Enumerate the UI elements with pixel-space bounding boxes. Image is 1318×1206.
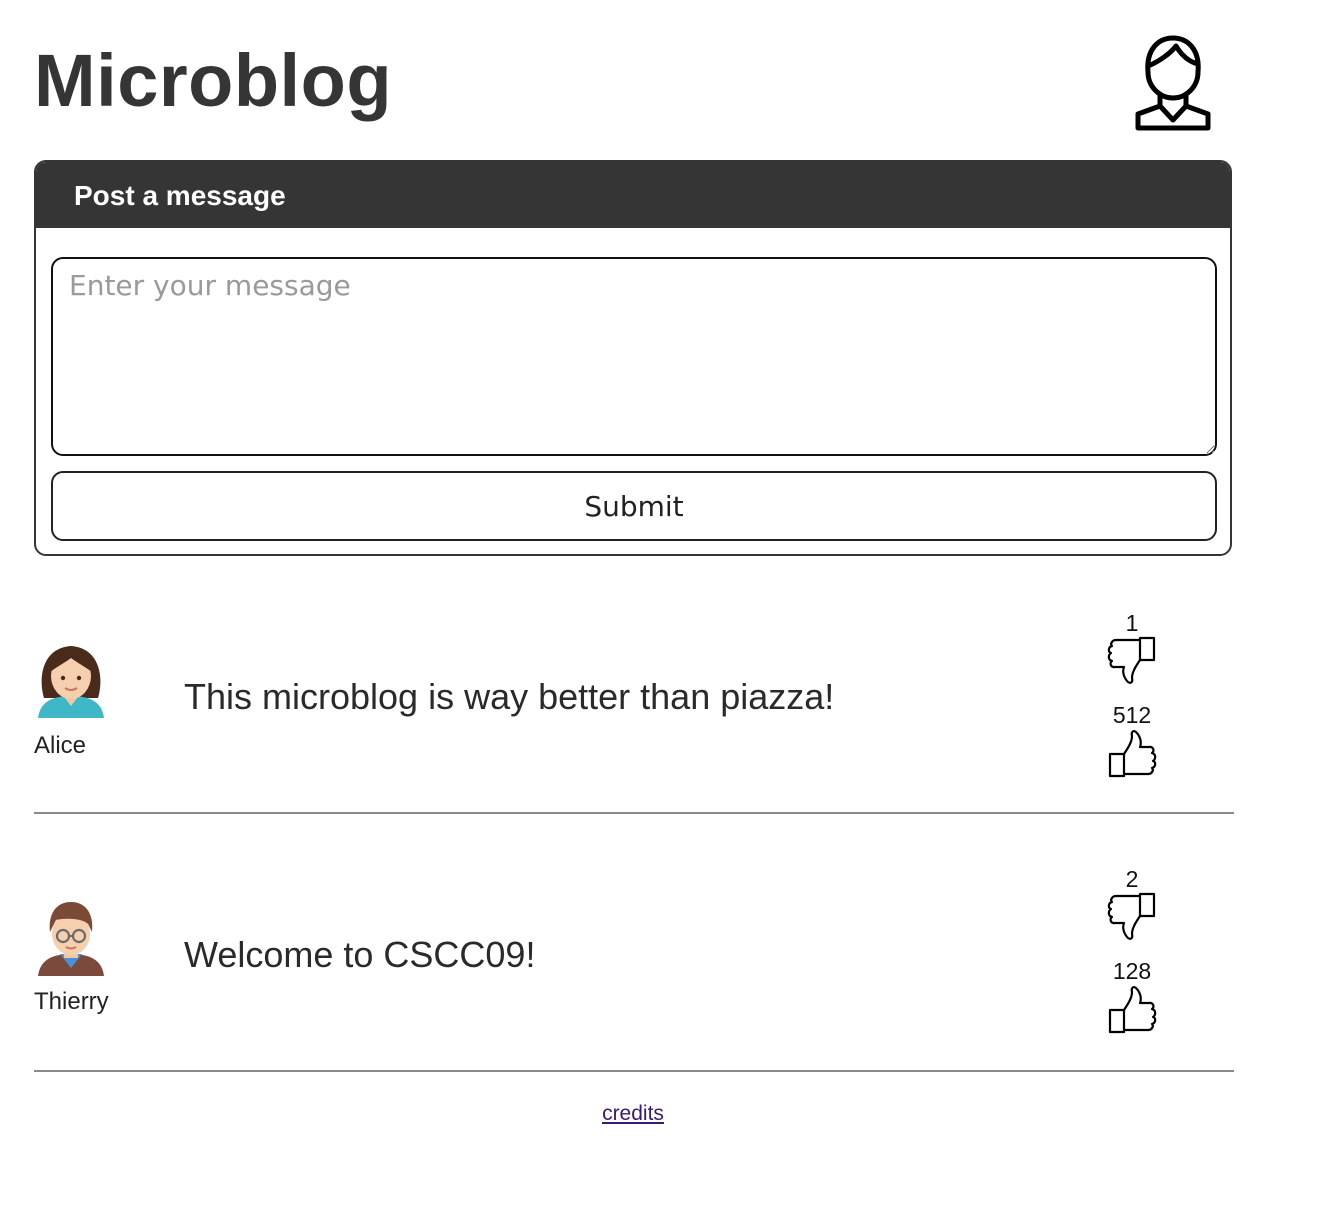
- dislike-control: 1: [1104, 610, 1160, 686]
- submit-button[interactable]: Submit: [51, 471, 1217, 541]
- post-divider: [34, 812, 1234, 814]
- dislike-control: 2: [1104, 866, 1160, 942]
- thumbs-down-icon[interactable]: [1106, 636, 1158, 686]
- credits-link[interactable]: credits: [602, 1102, 664, 1125]
- thumbs-up-icon[interactable]: [1106, 984, 1158, 1034]
- page: Microblog Post a message Submit Alice Th…: [0, 0, 1318, 1206]
- page-title: Microblog: [34, 39, 393, 122]
- like-count: 128: [1112, 958, 1152, 984]
- post-item: Alice This microblog is way better than …: [34, 564, 1234, 814]
- post-message-heading: Post a message: [36, 162, 1230, 228]
- post-item: Thierry Welcome to CSCC09! 2 128: [34, 822, 1234, 1072]
- like-count: 512: [1112, 702, 1152, 728]
- dislike-count: 2: [1125, 866, 1139, 892]
- woman-avatar-icon: [38, 646, 104, 718]
- post-author: Alice: [34, 732, 87, 759]
- post-author: Thierry: [34, 988, 109, 1015]
- post-text: Welcome to CSCC09!: [184, 934, 536, 975]
- post-divider: [34, 1070, 1234, 1072]
- message-input[interactable]: [51, 257, 1217, 456]
- like-control: 128: [1104, 958, 1160, 1034]
- man-with-glasses-avatar-icon: [38, 902, 104, 976]
- thumbs-down-icon[interactable]: [1106, 892, 1158, 942]
- footer: credits: [0, 1102, 1266, 1126]
- thumbs-up-icon[interactable]: [1106, 728, 1158, 778]
- like-control: 512: [1104, 702, 1160, 778]
- user-profile-icon[interactable]: [1128, 32, 1218, 132]
- post-message-card: Post a message Submit: [34, 160, 1232, 556]
- post-text: This microblog is way better than piazza…: [184, 676, 835, 717]
- dislike-count: 1: [1125, 610, 1139, 636]
